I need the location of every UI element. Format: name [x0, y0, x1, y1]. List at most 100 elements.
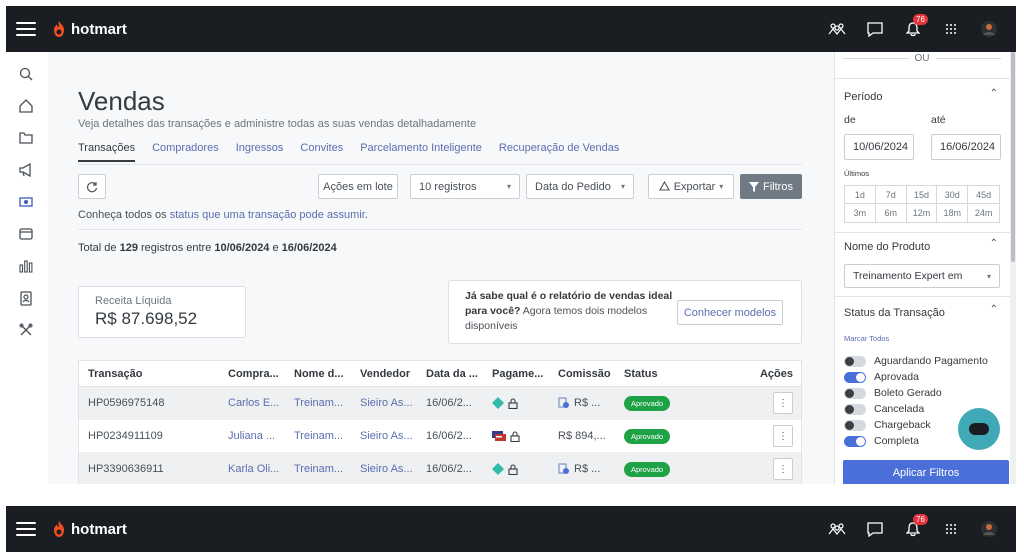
badge-icon[interactable] — [6, 282, 46, 314]
status-toggle[interactable] — [844, 419, 866, 431]
header-status[interactable]: Status — [615, 368, 735, 380]
to-date-input[interactable]: 16/06/2024 — [931, 134, 1001, 160]
menu-icon[interactable] — [16, 522, 36, 536]
buyer-link[interactable]: Karla Oli... — [219, 463, 285, 475]
export-button[interactable]: Exportar ▾ — [648, 174, 734, 199]
notification-bell-icon[interactable]: 76 — [894, 14, 932, 44]
tab-parcelamento[interactable]: Parcelamento Inteligente — [360, 142, 482, 162]
header-comissao[interactable]: Comissão — [549, 368, 615, 380]
batch-actions-button[interactable]: Ações em lote — [318, 174, 398, 199]
chat-icon[interactable] — [856, 514, 894, 544]
community-icon[interactable] — [818, 14, 856, 44]
table-row[interactable]: HP0234911109 Juliana ... Treinam... Siei… — [79, 420, 801, 453]
transaction-id[interactable]: HP0234911109 — [79, 430, 219, 442]
buyer-link[interactable]: Juliana ... — [219, 430, 285, 442]
tab-recuperacao[interactable]: Recuperação de Vendas — [499, 142, 619, 162]
wallet-icon[interactable] — [6, 218, 46, 250]
bar-chart-icon[interactable] — [6, 250, 46, 282]
chat-icon[interactable] — [856, 14, 894, 44]
range-15d[interactable]: 15d — [906, 186, 938, 204]
avatar[interactable] — [970, 14, 1008, 44]
search-icon[interactable] — [6, 58, 46, 90]
home-icon[interactable] — [6, 90, 46, 122]
range-3m[interactable]: 3m — [845, 204, 876, 222]
chevron-up-icon[interactable]: ⌃ — [990, 238, 998, 249]
header-comprador[interactable]: Compra... — [219, 368, 285, 380]
range-24m[interactable]: 24m — [968, 204, 999, 222]
more-actions-button[interactable]: ⋮ — [773, 392, 793, 414]
from-date-input[interactable]: 10/06/2024 — [844, 134, 914, 160]
product-select[interactable]: Treinamento Expert em ▾ — [844, 264, 1000, 288]
seller-link[interactable]: Sieiro As... — [351, 463, 417, 475]
select-all-link[interactable]: Marcar Todos — [844, 334, 889, 343]
status-toggle-row[interactable]: Aprovada — [844, 371, 919, 383]
status-toggle-row[interactable]: Aguardando Pagamento — [844, 355, 988, 367]
range-1d[interactable]: 1d — [845, 186, 876, 204]
more-actions-button[interactable]: ⋮ — [773, 425, 793, 447]
table-row[interactable]: HP0596975148 Carlos E... Treinam... Siei… — [79, 387, 801, 420]
tab-transacoes[interactable]: Transações — [78, 142, 136, 162]
money-icon[interactable] — [6, 186, 46, 218]
scrollbar-thumb[interactable] — [1011, 52, 1015, 262]
status-toggle-row[interactable]: Completa — [844, 435, 919, 447]
apps-grid-icon[interactable] — [932, 14, 970, 44]
range-12m[interactable]: 12m — [907, 204, 938, 222]
megaphone-icon[interactable] — [6, 154, 46, 186]
refresh-button[interactable] — [78, 174, 106, 199]
header-vendedor[interactable]: Vendedor — [351, 368, 417, 380]
table-row[interactable]: HP3390636911 Karla Oli... Treinam... Sie… — [79, 453, 801, 484]
folder-icon[interactable] — [6, 122, 46, 154]
tab-compradores[interactable]: Compradores — [152, 142, 219, 162]
seller-link[interactable]: Sieiro As... — [351, 397, 417, 409]
notification-badge: 76 — [913, 514, 928, 525]
status-toggle[interactable] — [844, 371, 866, 383]
menu-icon[interactable] — [16, 22, 36, 36]
date-field-select[interactable]: Data do Pedido ▾ — [526, 174, 634, 199]
transaction-id[interactable]: HP0596975148 — [79, 397, 219, 409]
apps-grid-icon[interactable] — [932, 514, 970, 544]
status-link[interactable]: status que uma transação pode assumir — [170, 209, 365, 221]
range-30d[interactable]: 30d — [937, 186, 969, 204]
community-icon[interactable] — [818, 514, 856, 544]
product-link[interactable]: Treinam... — [285, 397, 351, 409]
status-cell: Aprovado — [615, 395, 735, 411]
header-pagamento[interactable]: Pagame... — [483, 368, 549, 380]
range-7d[interactable]: 7d — [875, 186, 907, 204]
tools-icon[interactable] — [6, 314, 46, 346]
more-actions-button[interactable]: ⋮ — [773, 458, 793, 480]
header-transacao[interactable]: Transação — [79, 368, 219, 380]
product-link[interactable]: Treinam... — [285, 430, 351, 442]
chevron-up-icon[interactable]: ⌃ — [990, 88, 998, 99]
status-toggle[interactable] — [844, 355, 866, 367]
avatar[interactable] — [970, 514, 1008, 544]
range-18m[interactable]: 18m — [937, 204, 969, 222]
chat-support-button[interactable] — [958, 408, 1000, 450]
range-6m[interactable]: 6m — [876, 204, 907, 222]
status-toggle-row[interactable]: Boleto Gerado — [844, 387, 942, 399]
apply-filters-button[interactable]: Aplicar Filtros — [843, 460, 1009, 484]
status-toggle-row[interactable]: Chargeback — [844, 419, 931, 431]
chevron-down-icon: ▾ — [719, 182, 724, 191]
hotmart-logo[interactable]: hotmart — [52, 521, 127, 538]
buyer-link[interactable]: Carlos E... — [219, 397, 285, 409]
status-toggle-row[interactable]: Cancelada — [844, 403, 924, 415]
header-produto[interactable]: Nome d... — [285, 368, 351, 380]
chevron-up-icon[interactable]: ⌃ — [990, 304, 998, 315]
view-models-button[interactable]: Conhecer modelos — [677, 300, 783, 325]
tab-ingressos[interactable]: Ingressos — [236, 142, 284, 162]
seller-link[interactable]: Sieiro As... — [351, 430, 417, 442]
panel-scrollbar[interactable] — [1010, 52, 1016, 484]
status-toggle[interactable] — [844, 403, 866, 415]
notification-bell-icon[interactable]: 76 — [894, 514, 932, 544]
tab-convites[interactable]: Convites — [300, 142, 343, 162]
header-data[interactable]: Data da ... — [417, 368, 483, 380]
status-toggle[interactable] — [844, 387, 866, 399]
hotmart-logo[interactable]: hotmart — [52, 21, 127, 38]
filters-button[interactable]: Filtros — [740, 174, 802, 199]
product-link[interactable]: Treinam... — [285, 463, 351, 475]
range-45d[interactable]: 45d — [968, 186, 999, 204]
transaction-id[interactable]: HP3390636911 — [79, 463, 219, 475]
credit-card-icon — [492, 430, 506, 441]
status-toggle[interactable] — [844, 435, 866, 447]
records-select[interactable]: 10 registros ▾ — [410, 174, 520, 199]
